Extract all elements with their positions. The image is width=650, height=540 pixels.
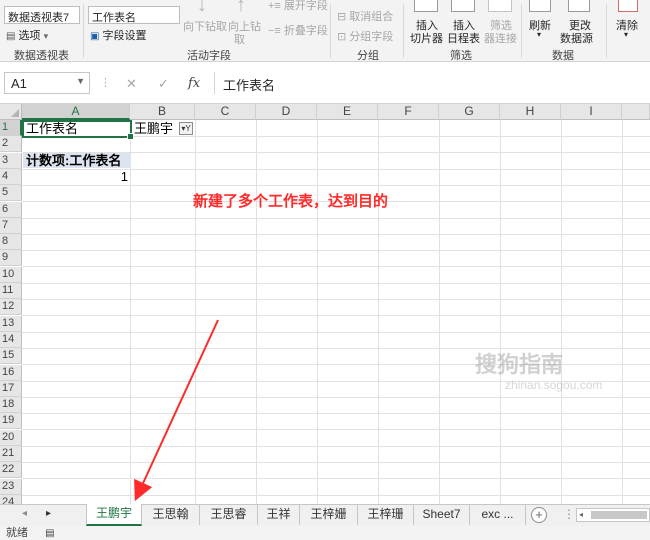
sheet-tab[interactable]: 王梓姗 (300, 505, 358, 525)
sheet-tab[interactable]: Sheet7 (414, 505, 470, 525)
sheet-tab[interactable]: exc ... (470, 505, 526, 525)
annotation-arrow (134, 319, 219, 502)
status-bar: 就绪 ▤ (0, 526, 650, 540)
status-mode: 就绪 (6, 527, 28, 539)
sheet-tab[interactable]: 王梓珊 (358, 505, 414, 525)
sheet-tab[interactable]: 王鹏宇 (86, 504, 142, 526)
sheet-tab[interactable]: 王祥 (258, 505, 300, 525)
sheet-tab[interactable]: 王思睿 (200, 505, 258, 525)
add-sheet-button[interactable]: + (531, 507, 547, 523)
sheet-tab[interactable]: 王思翰 (142, 505, 200, 525)
more-icon: ⋮ (563, 507, 575, 521)
next-sheet-button[interactable]: ▸ (46, 508, 51, 519)
scrollbar-thumb[interactable] (591, 511, 647, 519)
horizontal-scrollbar[interactable]: ◂ (576, 508, 650, 522)
prev-sheet-button[interactable]: ◂ (22, 508, 27, 519)
sheet-tabs-bar: ◂ ▸ 王鹏宇 王思翰 王思睿 王祥 王梓姗 王梓珊 Sheet7 exc ... + ⋮ ◂ (0, 504, 650, 526)
scroll-left-icon[interactable]: ◂ (579, 509, 583, 521)
macro-record-icon[interactable]: ▤ (45, 528, 54, 539)
